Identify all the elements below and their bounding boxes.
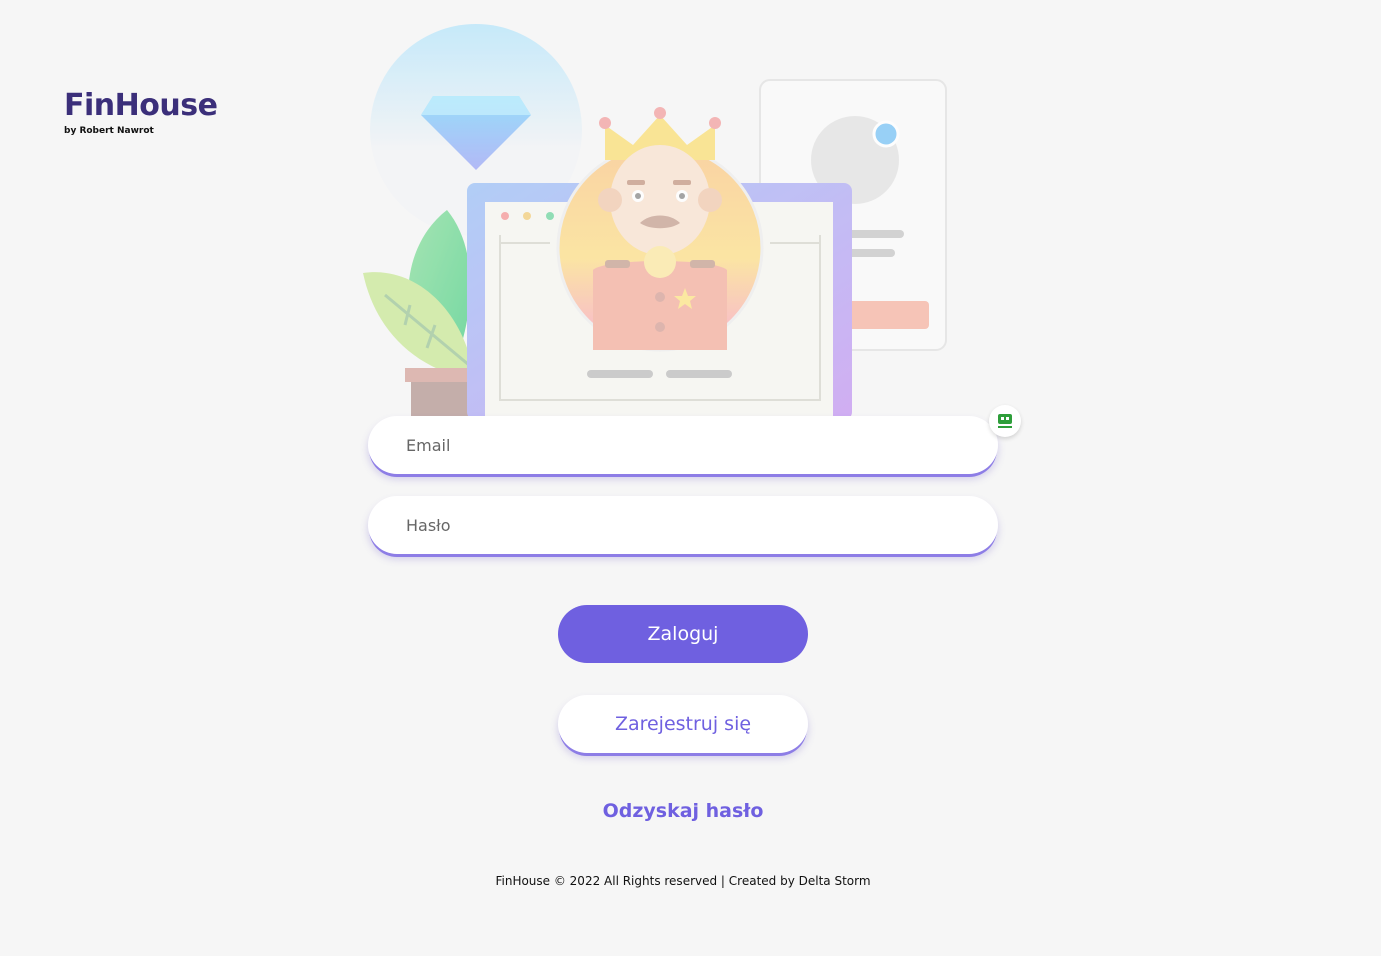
register-button[interactable]: Zarejestruj się (558, 695, 808, 753)
footer-text: FinHouse © 2022 All Rights reserved | Cr… (495, 874, 871, 888)
password-field[interactable] (368, 496, 998, 554)
brand-title: FinHouse (64, 88, 218, 123)
password-input[interactable] (404, 514, 968, 536)
email-field[interactable] (368, 416, 998, 474)
password-manager-badge[interactable] (989, 405, 1021, 437)
brand-logo: FinHouse by Robert Nawrot (64, 88, 218, 136)
password-manager-icon (998, 414, 1012, 428)
brand-subtitle: by Robert Nawrot (64, 126, 154, 136)
hero-illustration (363, 24, 947, 420)
recover-password-link[interactable]: Odzyskaj hasło (558, 800, 808, 822)
email-input[interactable] (404, 434, 968, 456)
login-button[interactable]: Zaloguj (558, 605, 808, 663)
